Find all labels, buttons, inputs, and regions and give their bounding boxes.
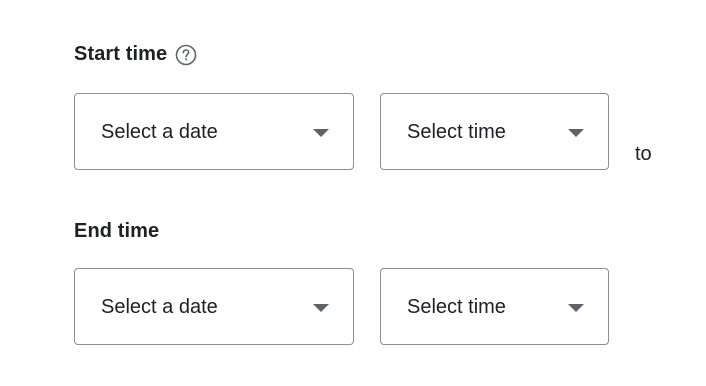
chevron-down-icon	[568, 303, 584, 312]
start-date-dropdown[interactable]: Select a date	[74, 93, 354, 170]
help-icon[interactable]	[175, 44, 197, 66]
start-time-label: Start time	[74, 43, 168, 65]
start-time-dropdown[interactable]: Select time	[380, 93, 609, 170]
to-label: to	[635, 143, 652, 165]
end-time-value: Select time	[407, 295, 506, 318]
start-time-value: Select time	[407, 120, 506, 143]
start-date-value: Select a date	[101, 120, 218, 143]
end-date-value: Select a date	[101, 295, 218, 318]
end-time-dropdown[interactable]: Select time	[380, 268, 609, 345]
end-time-label: End time	[74, 220, 160, 242]
chevron-down-icon	[568, 128, 584, 137]
end-date-dropdown[interactable]: Select a date	[74, 268, 354, 345]
chevron-down-icon	[313, 128, 329, 137]
chevron-down-icon	[313, 303, 329, 312]
